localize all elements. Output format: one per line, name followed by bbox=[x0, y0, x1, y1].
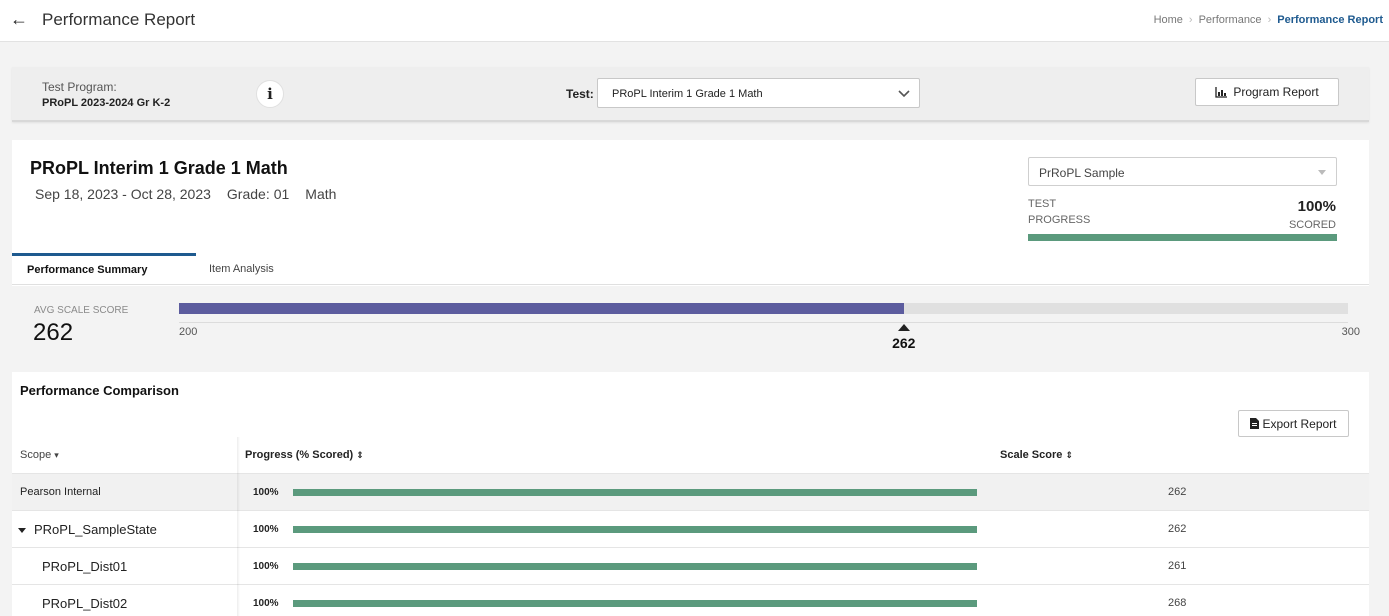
triangle-up-icon bbox=[897, 324, 910, 331]
performance-comparison-title: Performance Comparison bbox=[20, 383, 179, 398]
program-report-button[interactable]: Program Report bbox=[1195, 78, 1339, 106]
report-meta: Sep 18, 2023 - Oct 28, 2023 Grade: 01 Ma… bbox=[35, 186, 336, 202]
column-header-scale-score[interactable]: Scale Score ⇕ bbox=[1000, 437, 1073, 473]
progress-bar-fill bbox=[293, 563, 977, 570]
scale-min-label: 200 bbox=[179, 326, 198, 338]
progress-percent: 100% bbox=[253, 598, 279, 609]
column-divider bbox=[237, 437, 240, 616]
scale-score-cell: 262 bbox=[1168, 486, 1187, 498]
table-row: PRoPL_Dist01 100% 261 bbox=[12, 547, 1369, 584]
grade: Grade: 01 bbox=[227, 186, 289, 202]
progress-bar-fill bbox=[293, 489, 977, 496]
table-row: Pearson Internal 100% 262 bbox=[12, 473, 1369, 510]
export-report-button[interactable]: Export Report bbox=[1238, 410, 1349, 437]
caret-down-icon bbox=[1318, 170, 1326, 175]
bar-chart-icon bbox=[1215, 86, 1228, 98]
program-report-label: Program Report bbox=[1233, 85, 1319, 99]
tab-item-analysis[interactable]: Item Analysis bbox=[209, 253, 274, 285]
test-select-value: PRoPL Interim 1 Grade 1 Math bbox=[612, 88, 763, 100]
test-program-value: PRoPL 2023-2024 Gr K-2 bbox=[42, 97, 171, 109]
column-header-progress-label: Progress (% Scored) bbox=[245, 449, 354, 461]
scope-cell[interactable]: PRoPL_Dist02 bbox=[42, 585, 127, 616]
table-row: PRoPL_Dist02 100% 268 bbox=[12, 584, 1369, 616]
progress-bar bbox=[293, 600, 977, 607]
test-progress-value: 100% bbox=[1297, 198, 1336, 215]
progress-bar bbox=[293, 489, 977, 496]
progress-bar-fill bbox=[293, 600, 977, 607]
breadcrumb-performance[interactable]: Performance bbox=[1199, 14, 1262, 26]
sample-select[interactable]: PrRoPL Sample bbox=[1028, 157, 1337, 186]
scope-cell: Pearson Internal bbox=[20, 486, 101, 498]
file-icon bbox=[1250, 418, 1260, 429]
avg-scale-score-label: AVG SCALE SCORE bbox=[34, 305, 129, 316]
chevron-right-icon: › bbox=[1188, 14, 1193, 26]
test-program-label: Test Program: bbox=[42, 80, 117, 94]
scale-marker-value: 262 bbox=[892, 335, 916, 351]
test-progress-label: TEST PROGRESS bbox=[1028, 198, 1091, 226]
scale-score-cell: 268 bbox=[1168, 597, 1187, 609]
scale-score-cell: 261 bbox=[1168, 560, 1187, 572]
scored-label: SCORED bbox=[1288, 219, 1336, 231]
test-progress-bar bbox=[1028, 234, 1337, 241]
info-icon[interactable]: i bbox=[256, 80, 284, 108]
test-progress-fill bbox=[1028, 234, 1337, 241]
scale-score-marker: 262 bbox=[884, 324, 924, 351]
progress-percent: 100% bbox=[253, 561, 279, 572]
progress-percent: 100% bbox=[253, 487, 279, 498]
date-range: Sep 18, 2023 - Oct 28, 2023 bbox=[35, 186, 211, 202]
grade-value: 01 bbox=[273, 186, 290, 202]
column-header-score-label: Scale Score bbox=[1000, 449, 1063, 461]
scale-axis bbox=[179, 322, 1348, 323]
scale-score-cell: 262 bbox=[1168, 523, 1187, 535]
report-title: PRoPL Interim 1 Grade 1 Math bbox=[30, 158, 288, 178]
scope-cell: PRoPL_SampleState bbox=[18, 511, 157, 548]
sort-desc-icon: ▾ bbox=[54, 450, 59, 460]
column-header-scope[interactable]: Scope ▾ bbox=[20, 437, 59, 473]
grade-label: Grade: bbox=[226, 186, 270, 202]
avg-scale-score-panel: AVG SCALE SCORE 262 200 300 262 bbox=[12, 286, 1369, 372]
progress-percent: 100% bbox=[253, 524, 279, 535]
test-label: Test: bbox=[566, 87, 594, 101]
page-title: Performance Report bbox=[42, 10, 196, 29]
column-header-scope-label: Scope bbox=[20, 449, 52, 461]
chevron-down-icon bbox=[898, 90, 910, 98]
subject: Math bbox=[305, 186, 337, 202]
table-row: PRoPL_SampleState 100% 262 bbox=[12, 510, 1369, 547]
filter-bar: Test Program: PRoPL 2023-2024 Gr K-2 i T… bbox=[12, 67, 1369, 122]
sort-icon: ⇕ bbox=[356, 450, 364, 460]
report-tabs: Performance Summary Item Analysis bbox=[12, 253, 1369, 285]
scale-max-label: 300 bbox=[1341, 326, 1360, 338]
export-report-label: Export Report bbox=[1262, 416, 1337, 431]
column-header-progress[interactable]: Progress (% Scored) ⇕ bbox=[245, 437, 364, 473]
top-bar: ← Performance Report Home › Performance … bbox=[0, 0, 1389, 42]
comparison-table: Scope ▾ Progress (% Scored) ⇕ Scale Scor… bbox=[12, 437, 1369, 616]
test-select[interactable]: PRoPL Interim 1 Grade 1 Math bbox=[597, 78, 920, 108]
breadcrumb-current: Performance Report bbox=[1277, 14, 1383, 26]
progress-bar-fill bbox=[293, 526, 977, 533]
progress-bar bbox=[293, 526, 977, 533]
scale-score-track bbox=[179, 303, 1348, 314]
report-card: PRoPL Interim 1 Grade 1 Math Sep 18, 202… bbox=[12, 140, 1369, 616]
breadcrumb: Home › Performance › Performance Report bbox=[1154, 14, 1383, 26]
scale-score-fill bbox=[179, 303, 904, 314]
caret-down-icon[interactable] bbox=[18, 528, 26, 534]
scope-label[interactable]: PRoPL_SampleState bbox=[34, 522, 157, 537]
progress-bar bbox=[293, 563, 977, 570]
scope-cell[interactable]: PRoPL_Dist01 bbox=[42, 548, 127, 585]
tab-performance-summary[interactable]: Performance Summary bbox=[12, 253, 196, 285]
chevron-right-icon: › bbox=[1267, 14, 1272, 26]
breadcrumb-home[interactable]: Home bbox=[1154, 14, 1183, 26]
sort-icon: ⇕ bbox=[1065, 450, 1073, 460]
sample-select-value: PrRoPL Sample bbox=[1039, 166, 1125, 180]
avg-scale-score-value: 262 bbox=[33, 319, 74, 346]
arrow-left-icon[interactable]: ← bbox=[10, 9, 28, 29]
